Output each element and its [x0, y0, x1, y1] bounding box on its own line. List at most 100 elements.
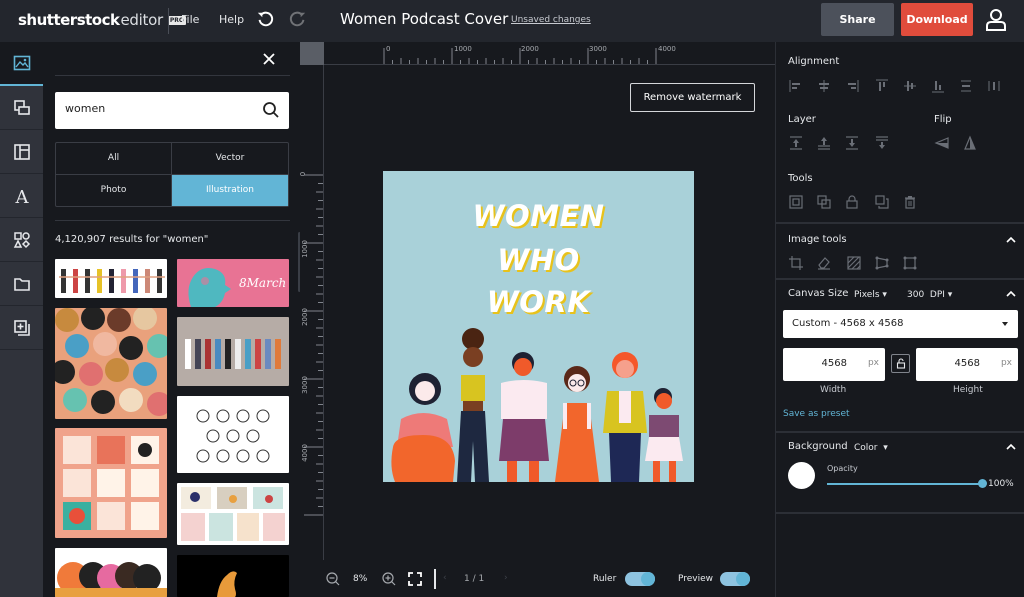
sidebar-item-add-page[interactable]: [0, 306, 43, 350]
send-backward-icon[interactable]: [844, 135, 860, 151]
divider: [55, 220, 290, 221]
result-thumbnail[interactable]: [55, 259, 167, 298]
distribute-horizontal-icon[interactable]: [986, 78, 1002, 94]
divider: [434, 569, 436, 589]
filter-illustration[interactable]: Illustration: [172, 174, 288, 206]
menu-help[interactable]: Help: [219, 13, 244, 26]
figure-6: [645, 388, 683, 482]
search-input[interactable]: [65, 102, 245, 115]
figure-2: [457, 328, 489, 482]
undo-icon[interactable]: [256, 10, 274, 28]
align-top-icon[interactable]: [874, 78, 890, 94]
result-thumbnail[interactable]: [177, 555, 289, 597]
next-page-icon[interactable]: ›: [504, 573, 508, 583]
remove-watermark-button[interactable]: Remove watermark: [630, 83, 755, 112]
filter-tabs: All Vector Photo Illustration: [55, 142, 289, 207]
result-thumbnail[interactable]: [55, 308, 167, 419]
women-group-illustration[interactable]: [383, 171, 694, 482]
unit-dropdown[interactable]: Pixels ▾: [854, 290, 887, 300]
preview-toggle-label: Preview: [678, 574, 714, 584]
eraser-icon[interactable]: [816, 255, 832, 271]
collapse-icon[interactable]: [1006, 443, 1016, 451]
align-middle-icon[interactable]: [902, 78, 918, 94]
canvas-preset-select[interactable]: Custom - 4568 x 4568: [783, 310, 1018, 338]
result-thumbnail[interactable]: [55, 428, 167, 538]
shapes-icon: [13, 231, 30, 248]
crop-to-fit-icon[interactable]: [788, 194, 804, 210]
duplicate-icon[interactable]: [874, 194, 890, 210]
dpi-dropdown[interactable]: 300 DPI ▾: [907, 290, 952, 300]
search-panel: All Vector Photo Illustration 4,120,907 …: [43, 42, 300, 597]
opacity-slider[interactable]: [827, 479, 987, 488]
result-thumbnail[interactable]: [55, 548, 167, 597]
ruler-toggle[interactable]: [625, 572, 655, 586]
background-mode-dropdown[interactable]: Color ▾: [854, 443, 888, 453]
figure-5: [603, 352, 647, 482]
bring-to-front-icon[interactable]: [788, 135, 804, 151]
align-bottom-icon[interactable]: [930, 78, 946, 94]
result-thumbnail[interactable]: [177, 483, 289, 545]
filter-vector[interactable]: Vector: [172, 143, 288, 175]
sidebar-item-images[interactable]: [0, 42, 43, 86]
previous-page-icon[interactable]: ‹: [443, 573, 447, 583]
result-thumbnail[interactable]: [177, 396, 289, 473]
send-to-back-icon[interactable]: [874, 135, 890, 151]
share-button[interactable]: Share: [821, 3, 894, 36]
women-line-icons: [196, 409, 270, 463]
templates-icon: [13, 143, 30, 160]
collapse-icon[interactable]: [1006, 290, 1016, 298]
sidebar-item-text[interactable]: A: [0, 174, 43, 218]
womens-day-cards: [63, 436, 159, 530]
lock-icon[interactable]: [844, 194, 860, 210]
canvas-workspace: 0 1000 2000 3000 4000 0 1000 2000 3000 4…: [299, 42, 775, 597]
document-title[interactable]: Women Podcast Cover: [340, 10, 508, 28]
transform-icon[interactable]: [902, 255, 918, 271]
close-icon[interactable]: [262, 52, 276, 66]
filter-pattern-icon[interactable]: [846, 255, 862, 271]
ruler-label: 1000: [300, 240, 309, 258]
collapse-icon[interactable]: [1006, 236, 1016, 244]
slider-handle[interactable]: [978, 479, 987, 488]
delete-icon[interactable]: [902, 194, 918, 210]
horizontal-ruler: 0 1000 2000 3000 4000: [324, 42, 775, 65]
filter-all[interactable]: All: [56, 143, 172, 175]
sidebar-item-templates[interactable]: [0, 130, 43, 174]
sidebar-item-elements[interactable]: [0, 218, 43, 262]
save-as-preset-link[interactable]: Save as preset: [783, 409, 850, 419]
user-account-icon[interactable]: [985, 8, 1007, 32]
design-canvas[interactable]: WOMEN WHO WORK: [383, 171, 694, 482]
woman-silhouette-illustration: [217, 571, 237, 597]
zoom-in-icon[interactable]: [382, 572, 396, 586]
download-button[interactable]: Download: [901, 3, 973, 36]
save-status[interactable]: Unsaved changes: [511, 15, 591, 25]
align-right-icon[interactable]: [844, 78, 860, 94]
search-icon[interactable]: [262, 101, 280, 119]
zoom-level: 8%: [353, 574, 368, 584]
crop-icon[interactable]: [788, 255, 804, 271]
background-color-swatch[interactable]: [788, 462, 815, 489]
menu-file[interactable]: File: [181, 13, 199, 26]
result-thumbnail[interactable]: [177, 317, 289, 386]
align-center-icon[interactable]: [816, 78, 832, 94]
group-icon[interactable]: [816, 194, 832, 210]
aspect-lock-button[interactable]: [891, 354, 910, 373]
distribute-vertical-icon[interactable]: [958, 78, 974, 94]
flip-vertical-icon[interactable]: [962, 135, 978, 151]
height-field[interactable]: 4568 px: [916, 348, 1018, 381]
section-divider: [776, 512, 1024, 514]
flip-horizontal-icon[interactable]: [934, 135, 950, 151]
perspective-icon[interactable]: [874, 255, 890, 271]
width-field[interactable]: 4568 px: [783, 348, 885, 381]
align-left-icon[interactable]: [788, 78, 804, 94]
bring-forward-icon[interactable]: [816, 135, 832, 151]
redo-icon[interactable]: [289, 10, 307, 28]
preview-toggle[interactable]: [720, 572, 750, 586]
fit-to-screen-icon[interactable]: [408, 572, 422, 586]
professions-illustration: [185, 339, 281, 369]
zoom-out-icon[interactable]: [326, 572, 340, 586]
result-thumbnail[interactable]: 8March: [177, 259, 289, 307]
filter-photo[interactable]: Photo: [56, 174, 172, 206]
sidebar-item-uploads[interactable]: [0, 262, 43, 306]
sidebar-item-layers[interactable]: [0, 86, 43, 130]
ruler-corner: [300, 42, 324, 65]
